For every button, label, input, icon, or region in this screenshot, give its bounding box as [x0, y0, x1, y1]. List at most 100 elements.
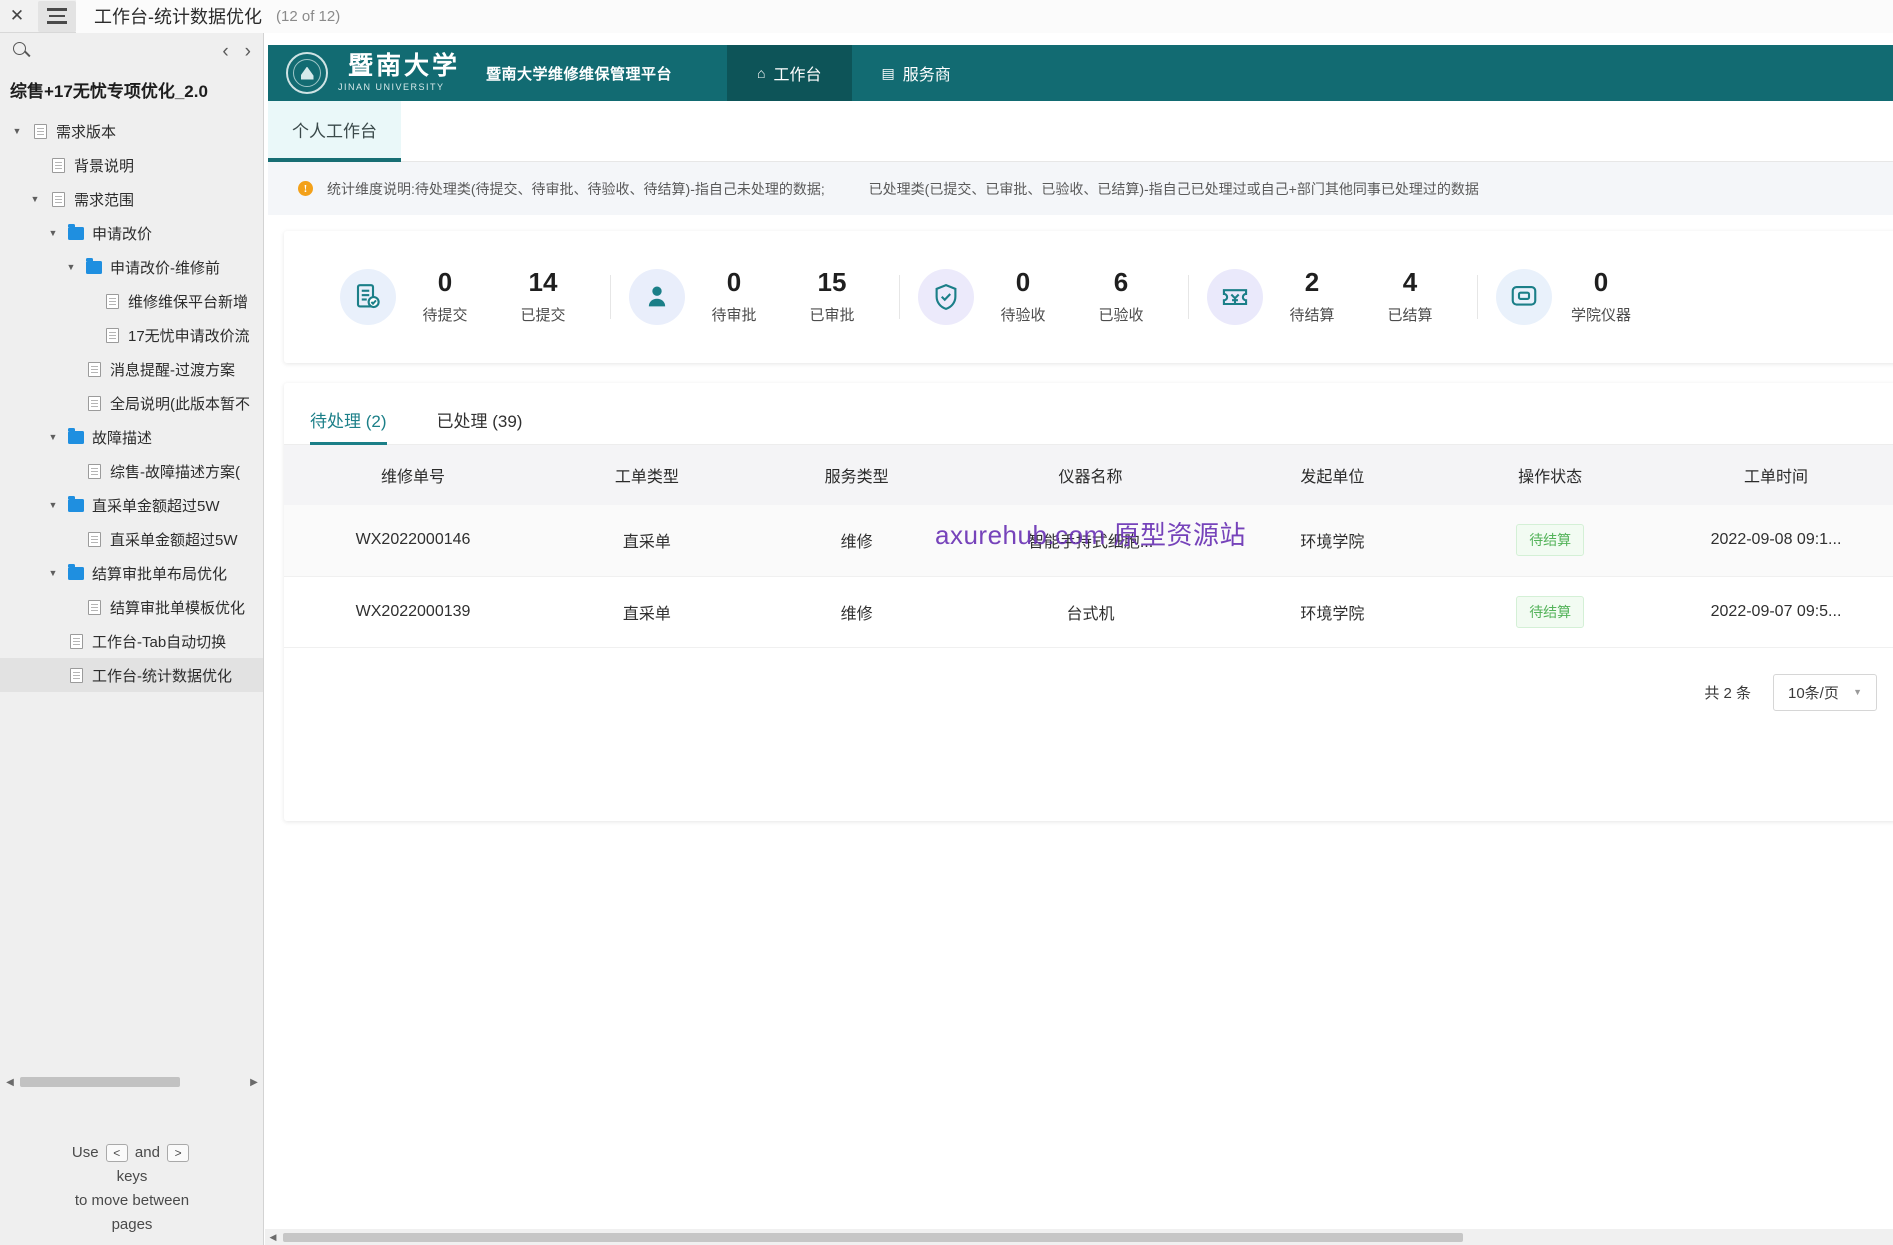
folder-icon [64, 223, 88, 240]
tree-item-label: 维修维保平台新增 [128, 293, 249, 311]
table-footer: 共 2 条 10条/页 ▼ [284, 648, 1893, 711]
scroll-right-icon[interactable]: ▶ [244, 1077, 264, 1088]
tree-toggle-icon[interactable]: ▼ [60, 262, 82, 272]
tree-item[interactable]: ▼综售-故障描述方案( [0, 454, 263, 488]
tree-item[interactable]: ▼直采单金额超过5W [0, 488, 263, 522]
cell-instrument: 智能手持式细胞... [961, 505, 1220, 577]
orders-card: 待处理 (2) 已处理 (39) axurehub.com 原型资源站 维修单号工… [284, 383, 1893, 821]
document-check-icon [340, 269, 396, 325]
key-next: > [167, 1144, 190, 1163]
help-pages-label: pages [111, 1216, 153, 1233]
page-icon [100, 293, 124, 309]
page-size-select[interactable]: 10条/页 ▼ [1773, 673, 1877, 711]
tree-item-label: 结算审批单模板优化 [110, 599, 246, 617]
page-count: (12 of 12) [276, 7, 341, 25]
tree-item[interactable]: ▼ 需求范围 [0, 182, 263, 216]
tree-item-label: 直采单金额超过5W [110, 531, 238, 549]
key-prev: < [105, 1144, 128, 1163]
orders-table: 维修单号 工单类型 服务类型 仪器名称 发起单位 操作状态 工单时间 WX202200014… [284, 445, 1893, 648]
status-badge: 待结算 [1516, 524, 1585, 557]
tree-item[interactable]: ▼ 结算审批单布局优化 [0, 556, 263, 590]
tree-toggle-icon[interactable]: ▼ [24, 194, 46, 204]
status-badge: 待结算 [1516, 595, 1585, 628]
tree-item[interactable]: ▼工作台-Tab自动切换 [0, 624, 263, 658]
info-banner-text: 统计维度说明:待处理类(待提交、待审批、待验收、待结算)-指自己未处理的数据; … [327, 179, 1479, 199]
page-icon [28, 123, 52, 139]
tree-item[interactable]: ▼结算审批单模板优化 [0, 590, 263, 624]
stat-value: 0 [1593, 266, 1609, 297]
stat-item[interactable]: 4 已结算 [1361, 268, 1459, 325]
cell-unit: 环境学院 [1219, 576, 1446, 648]
stat-item[interactable]: 6 已验收 [1072, 268, 1170, 325]
instrument-icon [1496, 269, 1552, 325]
table-row[interactable]: WX2022000146 直采单 维修 智能手持式细胞... 环境学院 待结算 2022-0… [284, 505, 1893, 577]
prev-page-button[interactable]: ‹ [222, 42, 228, 61]
sidebar-nav-arrows: ‹ › [222, 42, 251, 61]
tree-toggle-icon[interactable]: ▼ [42, 500, 64, 510]
orders-tab[interactable]: 待处理 (2) [310, 407, 387, 445]
tree-item-label: 工作台-统计数据优化 [92, 667, 232, 685]
tree-item[interactable]: ▼维修维保平台新增 [0, 284, 263, 318]
table-row[interactable]: WX2022000139 直采单 维修 台式机 环境学院 待结算 2022-09-07 09… [284, 576, 1893, 648]
tree-item[interactable]: ▼ 申请改价-维修前 [0, 250, 263, 284]
stat-item[interactable]: 0 待审批 [685, 268, 783, 325]
tree-item-label: 需求范围 [74, 191, 135, 209]
home-icon: ⌂ [757, 65, 766, 81]
tree-toggle-icon[interactable]: ▼ [42, 432, 64, 442]
tree-toggle-icon[interactable]: ▼ [42, 568, 64, 578]
stat-label: 待验收 [1000, 307, 1046, 325]
tree-item[interactable]: ▼直采单金额超过5W [0, 522, 263, 556]
scroll-thumb[interactable] [20, 1077, 180, 1087]
page-icon [82, 395, 106, 411]
help-move-label: to move between [74, 1192, 190, 1209]
search-icon[interactable] [12, 41, 32, 61]
tree-toggle-icon[interactable]: ▼ [42, 228, 64, 238]
stat-item[interactable]: 0 学院仪器 [1552, 266, 1650, 325]
stat-item[interactable]: 2 待结算 [1263, 268, 1361, 325]
folder-icon [64, 495, 88, 512]
stat-item[interactable]: 14 已提交 [494, 268, 592, 325]
page-icon [82, 361, 106, 377]
orders-tab[interactable]: 已处理 (39) [437, 407, 523, 444]
tree-item[interactable]: ▼消息提醒-过渡方案 [0, 352, 263, 386]
folder-icon [64, 563, 88, 580]
stat-item[interactable]: 0 待提交 [396, 268, 494, 325]
scroll-left-icon[interactable]: ◀ [265, 1232, 281, 1243]
close-icon[interactable]: ✕ [0, 0, 34, 33]
stat-group: 0 学院仪器 [1496, 231, 1650, 363]
cell-order-no: WX2022000139 [284, 576, 543, 648]
tree-item-label: 工作台-Tab自动切换 [92, 633, 227, 651]
cell-order-no: WX2022000146 [284, 505, 543, 577]
keyboard-help: Use < and > keys to move between pages [0, 1141, 264, 1237]
info-banner: ! 统计维度说明:待处理类(待提交、待审批、待验收、待结算)-指自己未处理的数据… [268, 162, 1893, 215]
tree-item[interactable]: ▼背景说明 [0, 148, 263, 182]
tab-personal-workbench[interactable]: 个人工作台 [268, 101, 401, 162]
tree-item[interactable]: ▼17无忧申请改价流 [0, 318, 263, 352]
stat-divider [1477, 275, 1478, 319]
cell-instrument: 台式机 [961, 576, 1220, 648]
sidebar: ‹ › 综售+17无忧专项优化_2.0 ▼需求版本▼背景说明 ▼ 需求范围 ▼申请改价… [0, 33, 264, 1245]
stat-item[interactable]: 15 已审批 [783, 268, 881, 325]
tree-item[interactable]: ▼ 需求版本 [0, 114, 263, 148]
tree-item[interactable]: ▼工作台-统计数据优化 [0, 658, 263, 692]
stat-item[interactable]: 0 待验收 [974, 268, 1072, 325]
tree-item[interactable]: ▼全局说明(此版本暂不 [0, 386, 263, 420]
hamburger-icon[interactable] [38, 0, 76, 32]
column-header: 服务类型 [751, 445, 962, 505]
nav-item-provider[interactable]: ▤ 服务商 [852, 45, 981, 101]
brand-name-en: JINAN UNIVERSITY [338, 82, 445, 92]
main-horizontal-scrollbar[interactable]: ◀ [265, 1229, 1893, 1245]
nav-item-workbench[interactable]: ⌂ 工作台 [727, 45, 852, 101]
tree-item[interactable]: ▼ 申请改价 [0, 216, 263, 250]
next-page-button[interactable]: › [245, 42, 251, 61]
brand-name-cn: 暨南大学 [348, 52, 461, 80]
tree-toggle-icon[interactable]: ▼ [6, 126, 28, 136]
scroll-thumb[interactable] [283, 1232, 1463, 1242]
sidebar-horizontal-scrollbar[interactable]: ◀ ▶ [0, 1071, 264, 1093]
tree-item-label: 消息提醒-过渡方案 [110, 361, 235, 379]
project-title: 综售+17无忧专项优化_2.0 [10, 82, 208, 101]
scroll-left-icon[interactable]: ◀ [0, 1077, 20, 1088]
tree-item[interactable]: ▼ 故障描述 [0, 420, 263, 454]
cell-service-type: 维修 [751, 576, 962, 648]
active-page-tab[interactable]: 工作台-统计数据优化 (12 of 12) [76, 0, 1893, 33]
